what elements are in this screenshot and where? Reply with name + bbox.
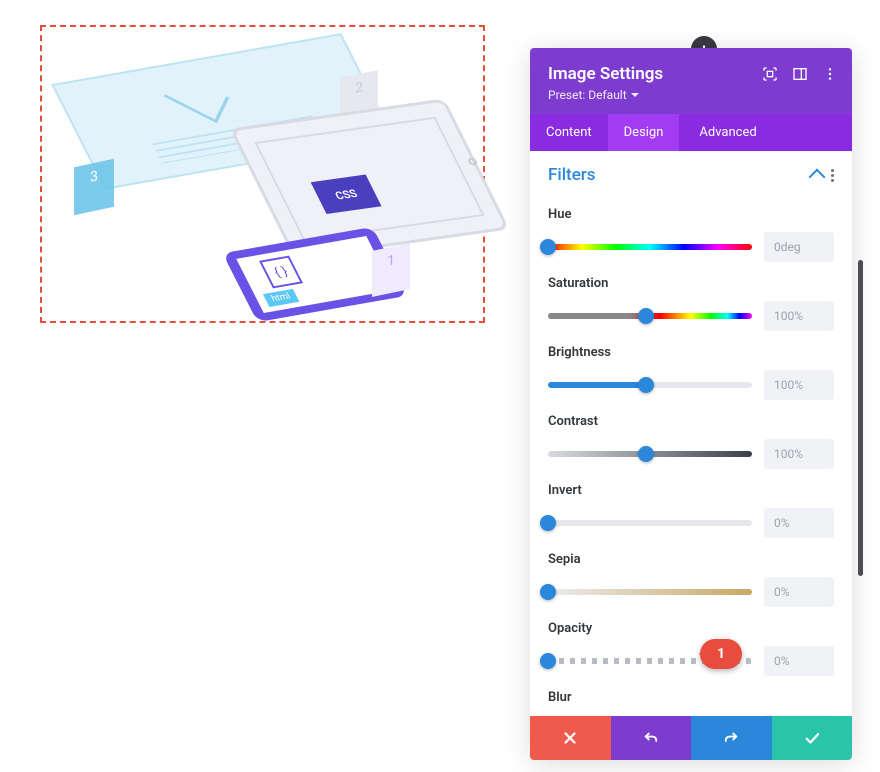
slider-contrast-value[interactable]: 100%	[764, 439, 834, 469]
slider-brightness-fill	[548, 382, 646, 388]
callout-marker-1: 1	[700, 639, 742, 669]
section-filters-header[interactable]: Filters	[530, 151, 852, 191]
preview-selection-box: 2 CSS 3 html { } 1	[40, 25, 485, 323]
preset-dropdown[interactable]: Preset: Default	[548, 88, 834, 102]
slider-invert-thumb[interactable]	[540, 515, 556, 531]
chevron-up-icon[interactable]	[809, 169, 826, 186]
save-button[interactable]	[772, 716, 853, 760]
undo-button[interactable]	[611, 716, 692, 760]
check-icon	[803, 729, 821, 747]
slider-sepia-value[interactable]: 0%	[764, 577, 834, 607]
tab-advanced[interactable]: Advanced	[683, 114, 772, 151]
preview-illustration: 2 CSS 3 html { } 1	[60, 39, 470, 314]
redo-button[interactable]	[691, 716, 772, 760]
slider-hue-thumb[interactable]	[540, 239, 556, 255]
slider-opacity-label: Opacity	[548, 621, 834, 636]
panel-tabs: Content Design Advanced	[530, 114, 852, 151]
slider-blur: Blur 0px	[548, 690, 834, 716]
slider-hue-value[interactable]: 0deg	[764, 232, 834, 262]
slider-contrast-thumb[interactable]	[638, 446, 654, 462]
slider-invert: Invert 0%	[548, 483, 834, 538]
expand-icon[interactable]	[762, 66, 778, 82]
panel-footer	[530, 716, 852, 760]
tab-content[interactable]: Content	[530, 114, 608, 151]
slider-hue: Hue 0deg	[548, 207, 834, 262]
more-icon[interactable]	[822, 66, 838, 82]
slider-invert-value[interactable]: 0%	[764, 508, 834, 538]
cancel-button[interactable]	[530, 716, 611, 760]
slider-brightness: Brightness 100%	[548, 345, 834, 400]
tab-design[interactable]: Design	[608, 114, 680, 151]
slider-opacity-thumb[interactable]	[540, 653, 556, 669]
slider-sepia-label: Sepia	[548, 552, 834, 567]
slider-brightness-value[interactable]: 100%	[764, 370, 834, 400]
slider-saturation: Saturation 100%	[548, 276, 834, 331]
illustration-card-3: 3	[74, 159, 114, 216]
slider-invert-label: Invert	[548, 483, 834, 498]
slider-saturation-thumb[interactable]	[638, 308, 654, 324]
section-title: Filters	[548, 165, 596, 185]
slider-hue-track[interactable]	[548, 244, 752, 250]
slider-contrast-track[interactable]	[548, 451, 752, 457]
slider-saturation-label: Saturation	[548, 276, 834, 291]
slider-sepia-track[interactable]	[548, 589, 752, 595]
panel-header: Image Settings Preset: Default	[530, 48, 852, 114]
filters-section: Hue 0deg Saturation 100% Brightness	[530, 191, 852, 716]
slider-opacity-value[interactable]: 0%	[764, 646, 834, 676]
panel-layout-icon[interactable]	[792, 66, 808, 82]
slider-sepia: Sepia 0%	[548, 552, 834, 607]
page-scrollbar[interactable]	[858, 260, 863, 576]
slider-opacity: Opacity 0% 1	[548, 621, 834, 676]
undo-icon	[642, 729, 660, 747]
slider-brightness-thumb[interactable]	[638, 377, 654, 393]
slider-contrast-label: Contrast	[548, 414, 834, 429]
slider-brightness-track[interactable]	[548, 382, 752, 388]
slider-saturation-value[interactable]: 100%	[764, 301, 834, 331]
slider-contrast: Contrast 100%	[548, 414, 834, 469]
slider-saturation-track[interactable]	[548, 313, 752, 319]
slider-blur-label: Blur	[548, 690, 834, 705]
slider-sepia-thumb[interactable]	[540, 584, 556, 600]
slider-hue-label: Hue	[548, 207, 834, 222]
section-more-icon[interactable]	[831, 169, 834, 182]
preset-label: Preset: Default	[548, 88, 627, 102]
settings-panel: Image Settings Preset: Default Content D…	[530, 48, 852, 760]
slider-brightness-label: Brightness	[548, 345, 834, 360]
slider-invert-track[interactable]	[548, 520, 752, 526]
illustration-card-1: 1	[372, 243, 410, 297]
redo-icon	[722, 729, 740, 747]
close-icon	[561, 729, 579, 747]
